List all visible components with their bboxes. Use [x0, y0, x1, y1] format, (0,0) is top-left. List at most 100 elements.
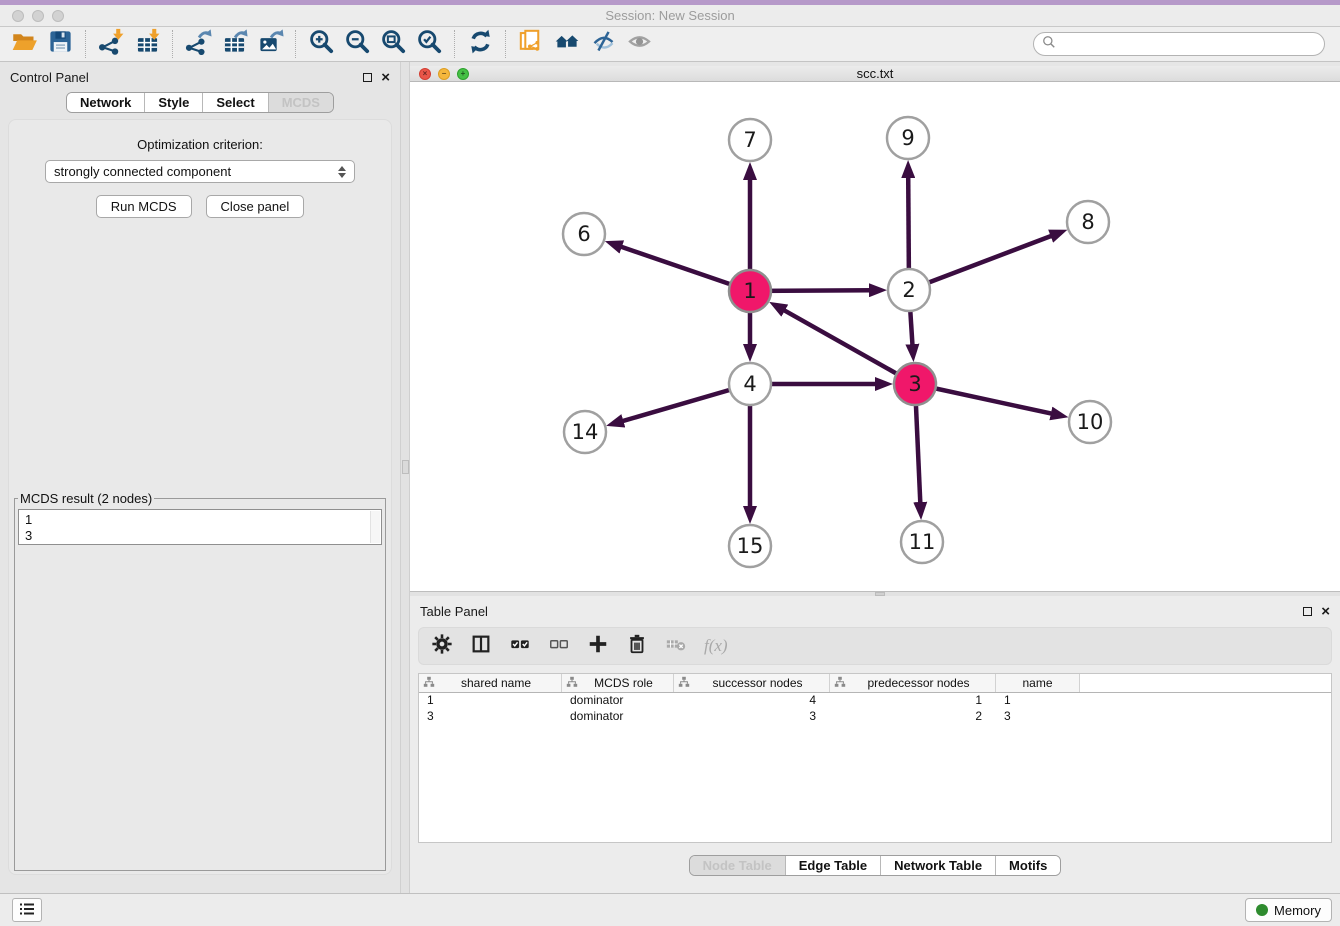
- zoom-in-button[interactable]: [303, 29, 339, 60]
- edge-3-1[interactable]: [782, 309, 915, 384]
- export-network-button[interactable]: [180, 29, 216, 60]
- run-mcds-button[interactable]: Run MCDS: [96, 195, 192, 218]
- first-neighbors-button[interactable]: [549, 29, 585, 60]
- column-header-successor-nodes[interactable]: successor nodes: [674, 674, 830, 692]
- main-toolbar: [0, 27, 1340, 62]
- splitter-grip[interactable]: [402, 460, 409, 474]
- table-cell: 2: [830, 709, 996, 725]
- table-row[interactable]: 3dominator323: [419, 709, 1331, 725]
- graph-node-11[interactable]: 11: [901, 521, 943, 563]
- zoom-out-button[interactable]: [339, 29, 375, 60]
- table-cell: 4: [674, 693, 830, 709]
- float-panel-icon[interactable]: [1303, 607, 1312, 616]
- table-cell: dominator: [562, 709, 674, 725]
- column-header-predecessor-nodes[interactable]: predecessor nodes: [830, 674, 996, 692]
- task-history-button[interactable]: [12, 898, 42, 922]
- graph-node-9[interactable]: 9: [887, 117, 929, 159]
- import-network-button[interactable]: [93, 29, 129, 60]
- show-all-button[interactable]: [621, 29, 657, 60]
- zoom-selected-button[interactable]: [411, 29, 447, 60]
- graph-node-15[interactable]: 15: [729, 525, 771, 567]
- column-header-name[interactable]: name: [996, 674, 1080, 692]
- graph-node-14[interactable]: 14: [564, 411, 606, 453]
- criterion-value: strongly connected component: [54, 164, 231, 179]
- graph-node-1[interactable]: 1: [729, 270, 771, 312]
- deselect-all-rows-button[interactable]: [548, 633, 570, 660]
- svg-text:14: 14: [572, 420, 599, 444]
- search-icon: [1042, 35, 1056, 54]
- add-column-button[interactable]: [587, 633, 609, 660]
- tab-node-table[interactable]: Node Table: [690, 856, 785, 875]
- search-input[interactable]: [1061, 37, 1316, 52]
- table-cell: 1: [830, 693, 996, 709]
- tab-network-table[interactable]: Network Table: [880, 856, 995, 875]
- apply-layout-icon: [467, 28, 494, 60]
- svg-text:8: 8: [1081, 210, 1094, 234]
- maximize-network-button[interactable]: +: [457, 68, 469, 80]
- close-panel-icon[interactable]: ×: [381, 72, 390, 83]
- column-header-MCDS-role[interactable]: MCDS role: [562, 674, 674, 692]
- float-panel-icon[interactable]: [363, 73, 372, 82]
- column-header-shared-name[interactable]: shared name: [419, 674, 562, 692]
- graph-node-4[interactable]: 4: [729, 363, 771, 405]
- graph-node-3[interactable]: 3: [894, 363, 936, 405]
- network-canvas[interactable]: 7 9 6 8 1 2 4 3 14 10 15 11: [410, 82, 1340, 591]
- export-image-button[interactable]: [252, 29, 288, 60]
- apply-layout-button[interactable]: [462, 29, 498, 60]
- tab-select[interactable]: Select: [202, 93, 267, 112]
- criterion-dropdown[interactable]: strongly connected component: [45, 160, 355, 183]
- tab-mcds[interactable]: MCDS: [268, 93, 333, 112]
- tab-network[interactable]: Network: [67, 93, 144, 112]
- mcds-result-text[interactable]: 13: [18, 509, 382, 545]
- graph-node-2[interactable]: 2: [888, 269, 930, 311]
- import-table-button[interactable]: [129, 29, 165, 60]
- import-table-icon: [134, 28, 161, 60]
- graph-node-6[interactable]: 6: [563, 213, 605, 255]
- table-header-row: shared nameMCDS rolesuccessor nodesprede…: [419, 674, 1331, 693]
- import-network-icon: [98, 28, 125, 60]
- show-hide-columns-icon: [470, 642, 492, 659]
- list-icon: [19, 902, 35, 919]
- table-settings-button[interactable]: [431, 633, 453, 660]
- zoom-fit-button[interactable]: [375, 29, 411, 60]
- titlebar: Session: New Session: [0, 5, 1340, 27]
- vertical-splitter[interactable]: [400, 62, 410, 893]
- graph-node-8[interactable]: 8: [1067, 201, 1109, 243]
- toolbar-separator: [505, 30, 506, 58]
- close-network-button[interactable]: ×: [419, 68, 431, 80]
- search-box[interactable]: [1033, 32, 1325, 56]
- save-session-icon: [47, 28, 74, 60]
- tab-motifs[interactable]: Motifs: [995, 856, 1060, 875]
- result-scrollbar[interactable]: [370, 511, 380, 543]
- new-network-from-selection-button[interactable]: [513, 29, 549, 60]
- select-all-rows-button[interactable]: [509, 633, 531, 660]
- open-file-button[interactable]: [6, 29, 42, 60]
- delete-row-button[interactable]: [626, 633, 648, 660]
- save-session-button[interactable]: [42, 29, 78, 60]
- memory-status-icon: [1256, 904, 1268, 916]
- table-row[interactable]: 1dominator411: [419, 693, 1331, 709]
- horizontal-splitter[interactable]: [410, 592, 1340, 596]
- edge-2-8[interactable]: [909, 235, 1053, 290]
- table-cell: 3: [419, 709, 562, 725]
- close-panel-icon[interactable]: ×: [1321, 606, 1330, 617]
- splitter-grip[interactable]: [875, 592, 885, 596]
- mcds-result-line: 1: [25, 512, 381, 528]
- tab-edge-table[interactable]: Edge Table: [785, 856, 880, 875]
- delete-column-icon: [665, 642, 687, 659]
- memory-button[interactable]: Memory: [1245, 898, 1332, 922]
- export-network-icon: [185, 28, 212, 60]
- tree-icon: [834, 676, 846, 691]
- hide-selected-button[interactable]: [585, 29, 621, 60]
- mcds-result-line: 3: [25, 528, 381, 544]
- export-table-button[interactable]: [216, 29, 252, 60]
- graph-node-10[interactable]: 10: [1069, 401, 1111, 443]
- close-panel-button[interactable]: Close panel: [206, 195, 305, 218]
- minimize-network-button[interactable]: −: [438, 68, 450, 80]
- show-hide-columns-button[interactable]: [470, 633, 492, 660]
- table-settings-icon: [431, 642, 453, 659]
- graph-node-7[interactable]: 7: [729, 119, 771, 161]
- tab-style[interactable]: Style: [144, 93, 202, 112]
- svg-text:3: 3: [908, 372, 921, 396]
- zoom-out-icon: [344, 28, 371, 60]
